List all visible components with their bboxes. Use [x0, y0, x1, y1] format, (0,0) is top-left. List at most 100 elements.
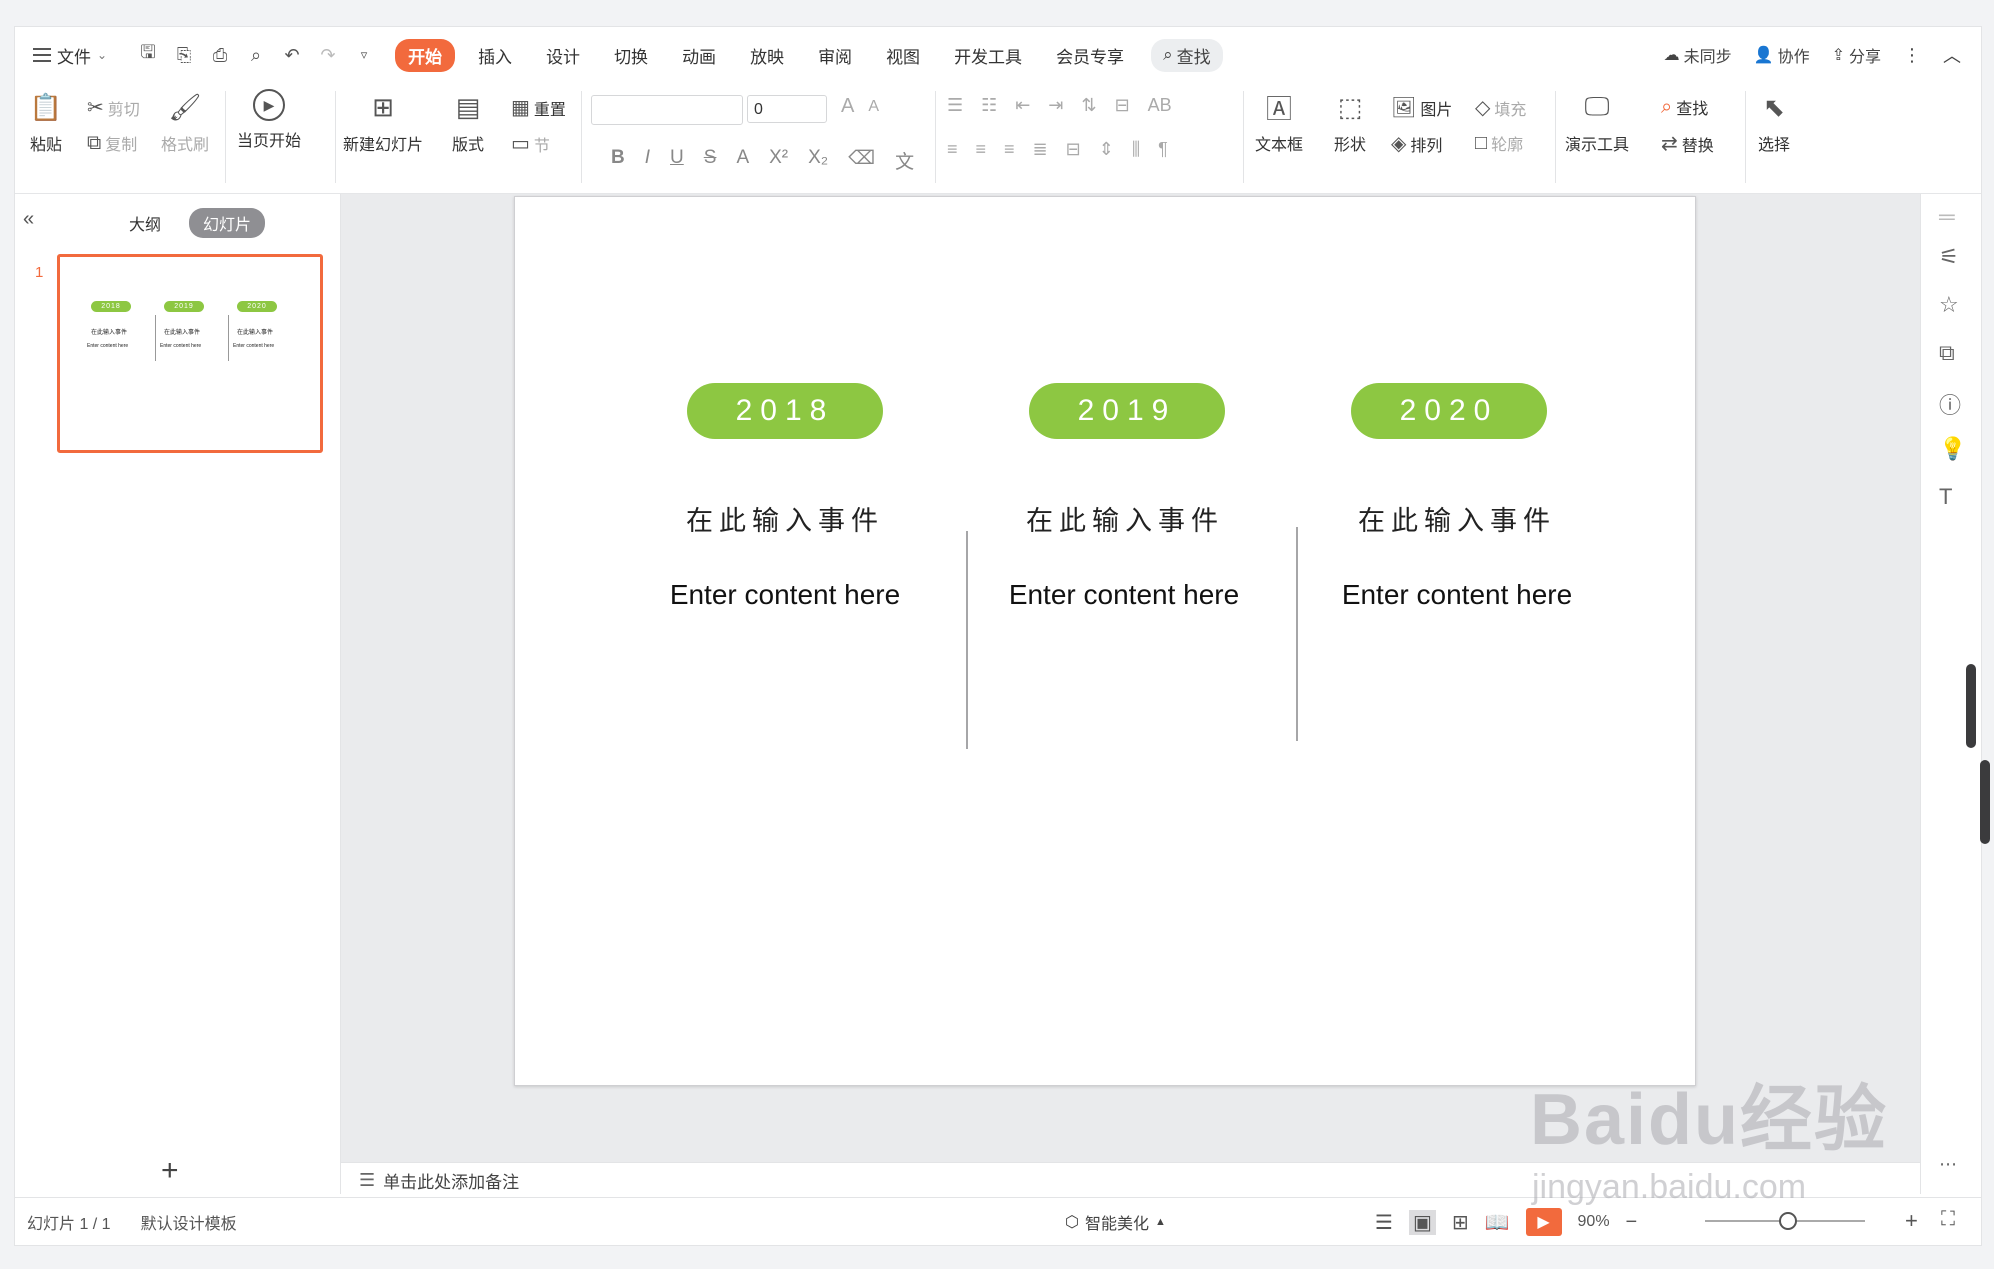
- reading-view-icon[interactable]: 📖: [1485, 1210, 1510, 1235]
- star-icon[interactable]: ☆: [1939, 292, 1959, 318]
- year-pill-2020[interactable]: 2020: [1351, 383, 1547, 439]
- find-button[interactable]: ⌕ 查找: [1661, 95, 1708, 119]
- italic-icon[interactable]: I: [645, 147, 650, 174]
- outline-button[interactable]: □ 轮廓: [1475, 131, 1523, 155]
- print-preview-icon[interactable]: ⌕: [245, 45, 267, 66]
- tab-slideshow[interactable]: 放映: [733, 39, 801, 72]
- content-text-3[interactable]: Enter content here: [1307, 579, 1607, 611]
- zoom-slider-knob[interactable]: [1779, 1212, 1797, 1230]
- text-align-icon[interactable]: ⊟: [1115, 95, 1130, 116]
- slideshow-play-button[interactable]: ▶: [1525, 1208, 1562, 1236]
- superscript-icon[interactable]: X²: [769, 147, 788, 174]
- tab-member[interactable]: 会员专享: [1039, 39, 1141, 72]
- more-icon[interactable]: ⋮: [1903, 45, 1921, 66]
- format-icon[interactable]: ⎘: [173, 45, 195, 66]
- zoom-in-icon[interactable]: +: [1905, 1208, 1918, 1234]
- layout-button[interactable]: ▤ 版式: [449, 89, 487, 155]
- decrease-indent-icon[interactable]: ⇤: [1015, 95, 1030, 116]
- increase-indent-icon[interactable]: ⇥: [1048, 95, 1063, 116]
- year-pill-2018[interactable]: 2018: [687, 383, 883, 439]
- redo-icon[interactable]: ↷: [317, 45, 339, 66]
- beautify-button[interactable]: ⬡ 智能美化 ▲: [1065, 1210, 1166, 1234]
- line-spacing-icon[interactable]: ⇕: [1099, 139, 1114, 160]
- file-menu[interactable]: 文件 ⌄: [33, 43, 107, 68]
- undo-icon[interactable]: ↶: [281, 45, 303, 66]
- tab-design[interactable]: 设计: [529, 39, 597, 72]
- underline-icon[interactable]: U: [670, 147, 684, 174]
- tab-developer[interactable]: 开发工具: [937, 39, 1039, 72]
- slide-thumbnail[interactable]: 2018 2019 2020 在此输入事件 在此输入事件 在此输入事件 Ente…: [57, 254, 323, 453]
- picture-button[interactable]: 🖼 图片: [1391, 95, 1452, 120]
- eraser-icon[interactable]: ⌫: [848, 147, 875, 174]
- share-button[interactable]: ⇪ 分享: [1832, 43, 1881, 67]
- shape-button[interactable]: ⬚ 形状: [1331, 89, 1369, 155]
- sync-button[interactable]: ☁ 未同步: [1664, 43, 1732, 67]
- event-text-1[interactable]: 在此输入事件: [655, 499, 915, 538]
- section-button[interactable]: ▭ 节: [511, 131, 550, 156]
- bold-icon[interactable]: B: [611, 147, 625, 174]
- side-handle[interactable]: [1966, 664, 1976, 748]
- font-grow-shrink[interactable]: AA: [841, 95, 879, 118]
- tab-transition[interactable]: 切换: [597, 39, 665, 72]
- lightbulb-icon[interactable]: 💡: [1939, 436, 1966, 462]
- slides-library-icon[interactable]: ⧉: [1939, 340, 1955, 366]
- format-painter-button[interactable]: 🖌 格式刷: [161, 89, 209, 155]
- current-slide[interactable]: 2018 2019 2020 在此输入事件 在此输入事件 在此输入事件 Ente…: [514, 196, 1696, 1086]
- play-current-button[interactable]: ▶ 当页开始: [237, 89, 301, 151]
- align-left-icon[interactable]: ≡: [947, 139, 958, 160]
- collab-button[interactable]: 👤 协作: [1754, 43, 1810, 67]
- notes-view-icon[interactable]: ☰: [1375, 1210, 1393, 1235]
- side-handle[interactable]: [1980, 760, 1990, 844]
- numbered-list-icon[interactable]: ☷: [981, 95, 997, 116]
- template-name[interactable]: 默认设计模板: [141, 1210, 237, 1234]
- shrink-font-icon[interactable]: A: [868, 98, 879, 116]
- tab-home[interactable]: 开始: [395, 38, 456, 72]
- zoom-out-icon[interactable]: −: [1626, 1211, 1638, 1234]
- tab-view[interactable]: 视图: [869, 39, 937, 72]
- drag-handle-icon[interactable]: ═: [1939, 204, 1955, 230]
- content-text-2[interactable]: Enter content here: [974, 579, 1274, 611]
- fit-window-icon[interactable]: ⛶: [1941, 1208, 1955, 1231]
- year-pill-2019[interactable]: 2019: [1029, 383, 1225, 439]
- properties-icon[interactable]: ⚟: [1939, 244, 1959, 270]
- paste-button[interactable]: 📋 粘贴: [27, 89, 65, 155]
- textbox-button[interactable]: 🄰 文本框: [1255, 89, 1303, 155]
- replace-button[interactable]: ⇄ 替换: [1661, 131, 1714, 156]
- save-icon[interactable]: 🖫: [137, 40, 159, 70]
- strikethrough-icon[interactable]: S: [704, 147, 717, 174]
- reset-button[interactable]: ▦ 重置: [511, 95, 566, 120]
- columns-icon[interactable]: ⫼: [1132, 139, 1140, 160]
- align-center-icon[interactable]: ≡: [976, 139, 987, 160]
- copy-button[interactable]: ⧉ 复制: [87, 131, 137, 155]
- font-family-select[interactable]: [591, 95, 743, 125]
- distribute-icon[interactable]: ⊟: [1066, 139, 1081, 160]
- font-size-select[interactable]: 0: [747, 95, 827, 123]
- subscript-icon[interactable]: X₂: [808, 147, 828, 174]
- tab-animation[interactable]: 动画: [665, 39, 733, 72]
- new-slide-button[interactable]: ⊞ 新建幻灯片: [343, 89, 423, 155]
- collapse-ribbon-icon[interactable]: ︿: [1943, 42, 1961, 68]
- select-button[interactable]: ⬉ 选择: [1755, 89, 1793, 155]
- event-text-3[interactable]: 在此输入事件: [1327, 499, 1587, 538]
- zoom-level[interactable]: 90%: [1578, 1213, 1610, 1231]
- sorter-view-icon[interactable]: ⊞: [1452, 1210, 1469, 1235]
- more-options-icon[interactable]: ⋯: [1939, 1154, 1957, 1175]
- tab-review[interactable]: 审阅: [801, 39, 869, 72]
- text-direction-icon[interactable]: ⇅: [1081, 95, 1096, 116]
- search-command[interactable]: ⌕ 查找: [1151, 38, 1223, 72]
- tab-insert[interactable]: 插入: [461, 39, 529, 72]
- tab-slides[interactable]: 幻灯片: [189, 208, 266, 238]
- grow-font-icon[interactable]: A: [841, 95, 854, 118]
- collapse-panel-icon[interactable]: «: [23, 208, 34, 231]
- align-right-icon[interactable]: ≡: [1004, 139, 1015, 160]
- print-icon[interactable]: ⎙: [209, 45, 231, 66]
- bullet-list-icon[interactable]: ☰: [947, 95, 963, 116]
- customize-icon[interactable]: ▿: [353, 47, 375, 63]
- tab-outline[interactable]: 大纲: [115, 208, 175, 238]
- justify-icon[interactable]: ≣: [1033, 139, 1048, 160]
- help-icon[interactable]: ⓘ: [1939, 388, 1961, 420]
- cut-button[interactable]: ✂ 剪切: [87, 95, 140, 120]
- fill-button[interactable]: ◇ 填充: [1475, 95, 1526, 120]
- present-tools-button[interactable]: 🖵 演示工具: [1565, 89, 1629, 155]
- arrange-button[interactable]: ◈ 排列: [1391, 131, 1442, 156]
